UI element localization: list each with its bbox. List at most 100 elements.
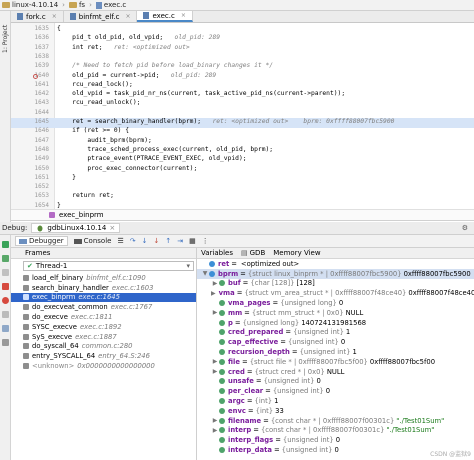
variable-row[interactable]: ▶ interp = {const char * | 0xffff88007f0030…: [197, 426, 474, 436]
variable-row[interactable]: ▶ mm = {struct mm_struct * | 0x0} NULL: [197, 308, 474, 318]
code-line[interactable]: 1635 {: [11, 25, 474, 35]
expand-arrow-icon[interactable]: ▶: [211, 290, 216, 297]
breadcrumb-project[interactable]: linux-4.10.14: [2, 1, 58, 9]
stack-frame[interactable]: do_syscall_64 common.c:280: [11, 342, 196, 352]
view-breakpoints-icon[interactable]: [2, 297, 9, 304]
variable-row[interactable]: per_clear = {unsigned int} 0: [197, 386, 474, 396]
pin-icon[interactable]: [2, 339, 9, 346]
code-line[interactable]: 1645 ret = search_binary_handler(bprm); …: [11, 118, 474, 128]
expand-arrow-icon[interactable]: ▶: [211, 280, 219, 287]
run-config-tab[interactable]: gdbLinux4.10.14 ×: [31, 223, 121, 233]
stop-icon[interactable]: [2, 283, 9, 290]
breadcrumb-folder[interactable]: fs: [68, 1, 85, 9]
stack-frame[interactable]: load_elf_binary binfmt_elf.c:1090: [11, 273, 196, 283]
code-line[interactable]: 1640 old_pid = current->pid; old_pid: 28…: [11, 72, 474, 82]
code-line[interactable]: 1652: [11, 183, 474, 193]
more-icon[interactable]: ⋮: [202, 237, 209, 245]
variable-row[interactable]: p = {unsigned long} 140724131981568: [197, 318, 474, 328]
variable-row[interactable]: ▶ buf = {char [128]} [128]: [197, 279, 474, 289]
code-editor[interactable]: 1635 {1636 pid_t old_pid, old_vpid; old_p…: [11, 23, 474, 209]
run-to-cursor-icon[interactable]: ⇥: [177, 237, 183, 245]
resume-icon[interactable]: [2, 255, 9, 262]
code-content: if (ret >= 0) {: [57, 127, 130, 135]
breadcrumb-file[interactable]: exec.c: [95, 1, 126, 9]
expand-arrow-icon[interactable]: ▶: [211, 368, 219, 375]
layout-icon[interactable]: ☰: [117, 237, 123, 245]
frame-icon: [23, 284, 29, 291]
variable-row[interactable]: recursion_depth = {unsigned int} 1: [197, 347, 474, 357]
code-line[interactable]: 1646 if (ret >= 0) {: [11, 127, 474, 137]
stack-frame[interactable]: do_execveat_common exec.c:1767: [11, 302, 196, 312]
code-line[interactable]: 1647 audit_bprm(bprm);: [11, 137, 474, 147]
breakpoint-icon[interactable]: [33, 73, 38, 79]
variable-row[interactable]: ret = <optimized out>: [197, 259, 474, 269]
stack-frame[interactable]: <unknown> 0x0000000000000000: [11, 361, 196, 371]
tab-memory-view[interactable]: Memory View: [273, 249, 320, 257]
code-line[interactable]: 1642 old_vpid = task_pid_nr_ns(current, …: [11, 90, 474, 100]
project-tool-tab[interactable]: 1: Project: [2, 25, 9, 53]
close-icon[interactable]: ×: [109, 224, 115, 232]
code-line[interactable]: 1637 int ret; ret: <optimized out>: [11, 44, 474, 54]
gear-icon[interactable]: ⚙: [462, 224, 468, 232]
close-icon[interactable]: ×: [125, 13, 130, 20]
variable-row[interactable]: cap_effective = {unsigned int} 0: [197, 337, 474, 347]
mute-breakpoints-icon[interactable]: [2, 311, 9, 318]
step-out-icon[interactable]: ↑: [165, 237, 171, 245]
variable-row[interactable]: cred_prepared = {unsigned int} 1: [197, 328, 474, 338]
evaluate-icon[interactable]: ▦: [189, 237, 196, 245]
tab-debugger[interactable]: Debugger: [15, 236, 68, 246]
code-line[interactable]: 1650 proc_exec_connector(current);: [11, 165, 474, 175]
variable-value: 0: [338, 299, 344, 308]
code-line[interactable]: 1651 }: [11, 174, 474, 184]
variable-row[interactable]: envc = {int} 33: [197, 406, 474, 416]
tab-console[interactable]: Console: [73, 237, 111, 245]
variable-row[interactable]: ▶ filename = {const char * | 0xffff88007f00…: [197, 416, 474, 426]
close-icon[interactable]: ×: [181, 12, 186, 19]
expand-arrow-icon[interactable]: ▶: [211, 358, 219, 365]
variable-row[interactable]: vma_pages = {unsigned long} 0: [197, 298, 474, 308]
variable-row[interactable]: ▼ bprm = {struct linux_binprm * | 0xffff880…: [197, 268, 474, 279]
stack-frame[interactable]: entry_SYSCALL_64 entry_64.S:246: [11, 351, 196, 361]
code-line[interactable]: 1639 /* Need to fetch pid before load_bi…: [11, 62, 474, 72]
stack-frame[interactable]: search_binary_handler exec.c:1603: [11, 283, 196, 293]
variable-row[interactable]: ▶ file = {struct file * | 0xffff88007fbc5f0…: [197, 357, 474, 367]
pause-icon[interactable]: [2, 269, 9, 276]
step-into-icon[interactable]: ↓: [142, 237, 148, 245]
code-line[interactable]: 1649 ptrace_event(PTRACE_EVENT_EXEC, old…: [11, 155, 474, 165]
expand-arrow-icon[interactable]: ▶: [211, 309, 219, 316]
variable-row[interactable]: argc = {int} 1: [197, 396, 474, 406]
force-step-into-icon[interactable]: ↓: [153, 237, 159, 245]
rerun-icon[interactable]: [2, 241, 9, 248]
editor-tab[interactable]: exec.c ×: [137, 11, 193, 22]
code-text: rcu_read_lock();: [57, 81, 133, 88]
code-line[interactable]: 1644: [11, 109, 474, 119]
tab-variables[interactable]: Variables: [201, 249, 233, 257]
expand-arrow-icon[interactable]: ▼: [201, 270, 209, 277]
variable-row[interactable]: ▶ cred = {struct cred * | 0x0} NULL: [197, 367, 474, 377]
tab-gdb[interactable]: ▤ GDB: [241, 249, 265, 257]
variable-row[interactable]: interp_flags = {unsigned int} 0: [197, 435, 474, 445]
step-over-icon[interactable]: ↷: [130, 237, 136, 245]
stack-frame[interactable]: SYSC_execve exec.c:1892: [11, 322, 196, 332]
function-context-bar[interactable]: exec_binprm: [11, 209, 474, 221]
stack-frame[interactable]: SyS_execve exec.c:1887: [11, 332, 196, 342]
code-line[interactable]: 1636 pid_t old_pid, old_vpid; old_pid: 2…: [11, 34, 474, 44]
editor-tab[interactable]: binfmt_elf.c ×: [64, 11, 138, 22]
editor-tab[interactable]: fork.c ×: [11, 11, 64, 22]
code-line[interactable]: 1641 rcu_read_lock();: [11, 81, 474, 91]
stack-frame[interactable]: exec_binprm exec.c:1645: [11, 292, 196, 303]
close-icon[interactable]: ×: [52, 13, 57, 20]
expand-arrow-icon[interactable]: ▶: [211, 427, 219, 434]
code-line[interactable]: 1653 return ret;: [11, 192, 474, 202]
code-line[interactable]: 1648 trace_sched_process_exec(current, o…: [11, 146, 474, 156]
line-number: 1636: [34, 34, 49, 42]
variable-row[interactable]: ▶ vma = {struct vm_area_struct * | 0xffff88…: [197, 288, 474, 298]
variable-value: 0: [316, 377, 321, 386]
code-line[interactable]: 1643 rcu_read_unlock();: [11, 99, 474, 109]
thread-selector[interactable]: ✔ Thread-1 ▾: [23, 261, 194, 271]
settings-icon[interactable]: [2, 325, 9, 332]
code-line[interactable]: 1638: [11, 53, 474, 63]
expand-arrow-icon[interactable]: ▶: [211, 417, 219, 424]
stack-frame[interactable]: do_execve exec.c:1811: [11, 312, 196, 322]
variable-row[interactable]: unsafe = {unsigned int} 0: [197, 377, 474, 387]
